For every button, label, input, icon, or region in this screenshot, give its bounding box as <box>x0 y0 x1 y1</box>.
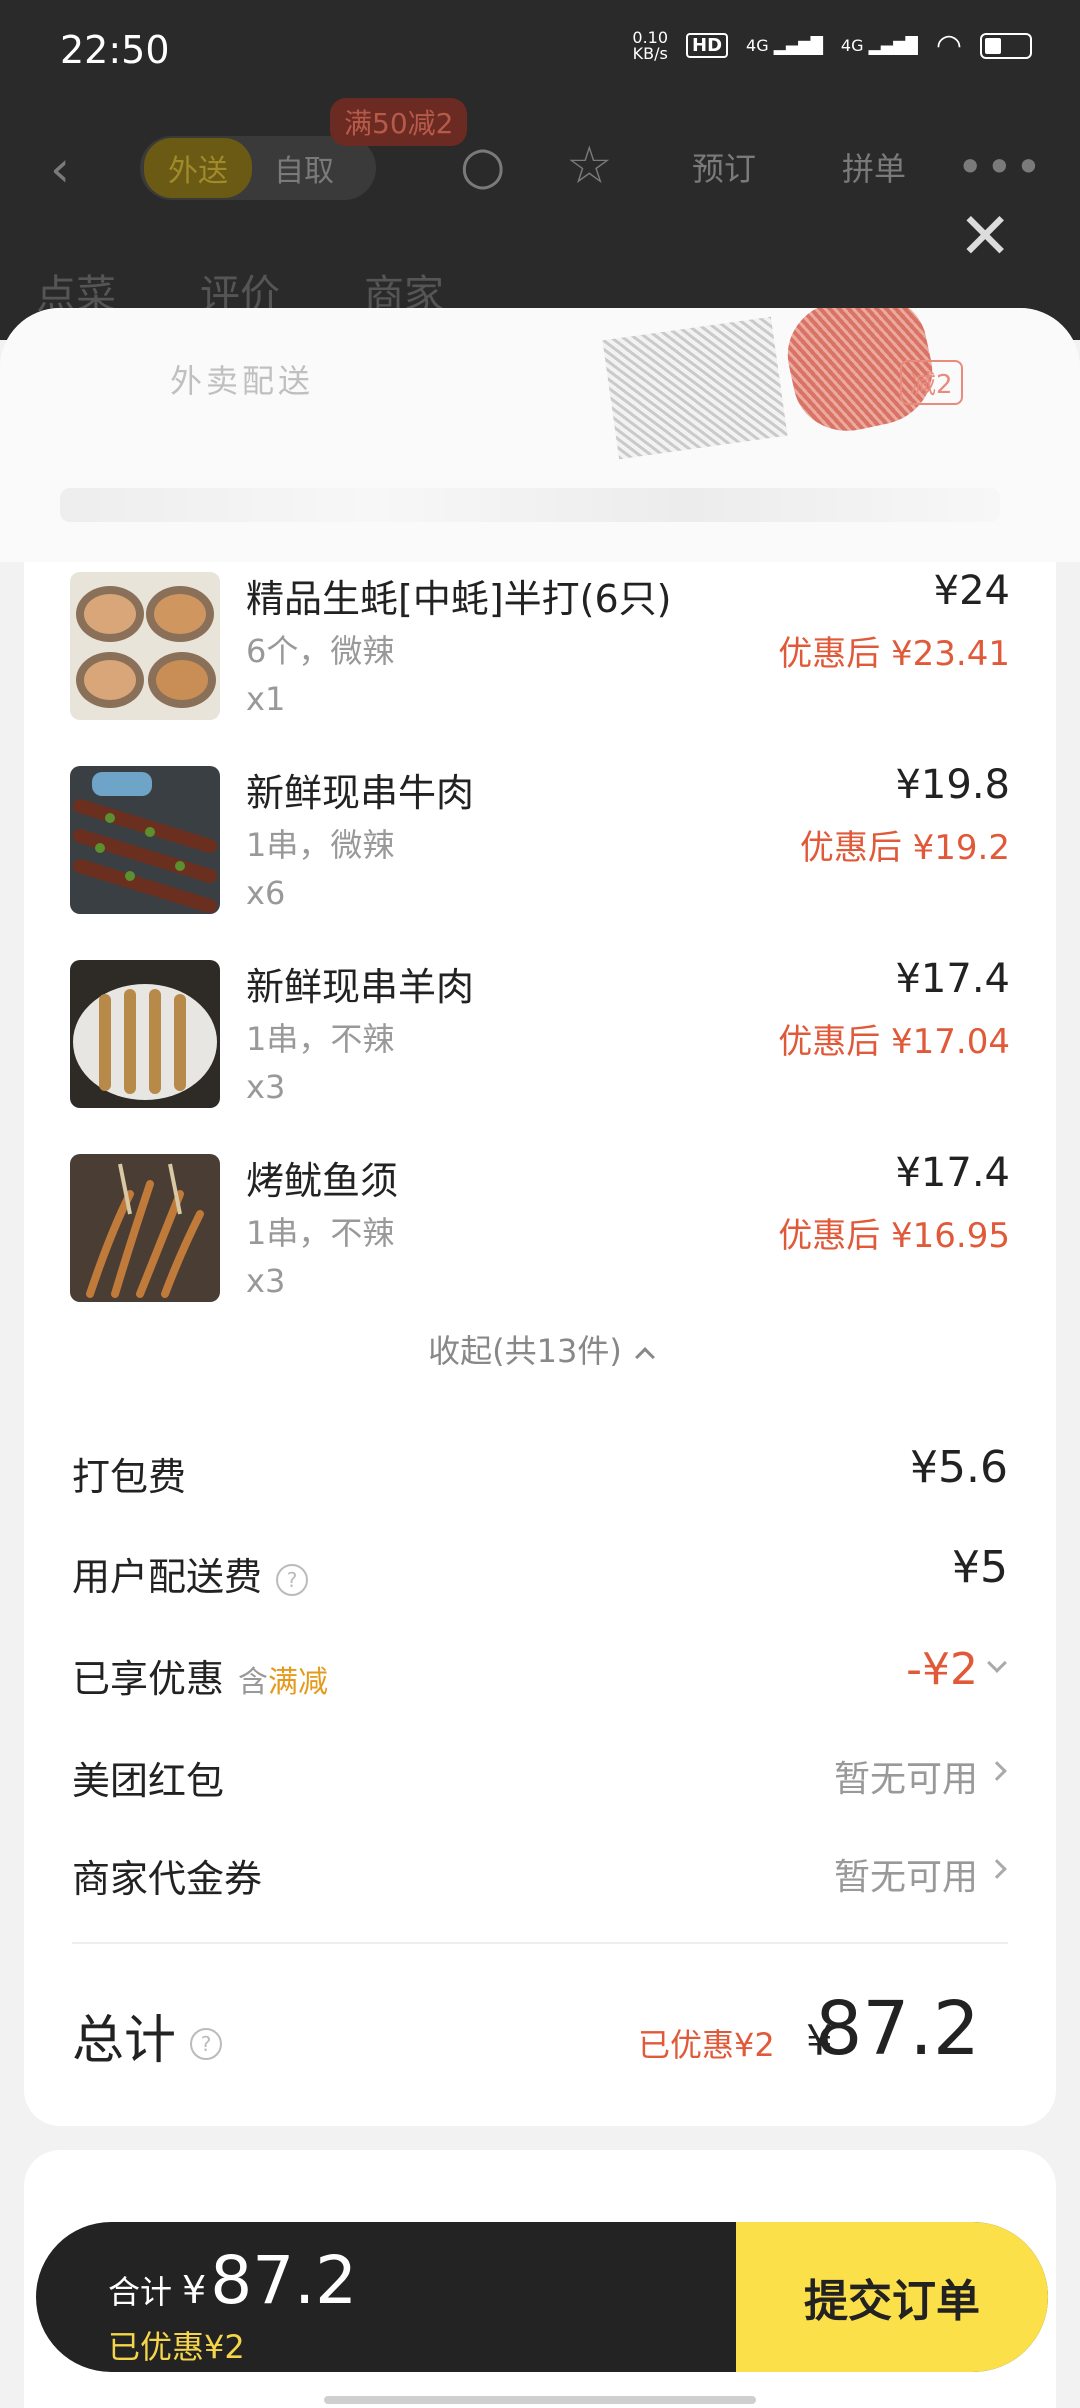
status-bar: 22:50 0.10 KB/s HD 4G ▂▄▆█ 4G ▂▄▆█ ◠ <box>0 0 1080 100</box>
more-icon[interactable]: ••• <box>957 140 1044 194</box>
item-name: 新鲜现串羊肉 <box>246 965 475 1009</box>
redacted-address <box>60 488 1000 522</box>
packing-fee-row: 打包费 ¥5.6 <box>72 1440 1008 1500</box>
item-price: ¥19.8 <box>895 762 1010 808</box>
chevron-up-icon <box>634 1347 655 1367</box>
delivery-fee-row: 用户配送费? ¥5 <box>72 1540 1008 1600</box>
item-spec: 1串，微辣 <box>246 826 395 864</box>
list-item[interactable]: 新鲜现串牛肉 1串，微辣 x6 ¥19.8 优惠后 ¥19.2 <box>70 756 1010 936</box>
list-item[interactable]: 精品生蚝[中蚝]半打(6只) 6个，微辣 x1 ¥24 优惠后 ¥23.41 <box>70 562 1010 742</box>
discount-tag: 减2 <box>900 360 963 405</box>
delivery-mode-toggle[interactable]: 外送 自取 <box>140 136 376 200</box>
group-order-link[interactable]: 拼单 <box>842 144 906 190</box>
chevron-right-icon <box>987 1761 1007 1781</box>
delivery-header: 外卖配送 减2 <box>0 308 1080 562</box>
food-image <box>70 1154 220 1302</box>
list-item[interactable]: 烤鱿鱼须 1串，不辣 x3 ¥17.4 优惠后 ¥16.95 <box>70 1144 1010 1324</box>
packing-fee-label: 打包费 <box>72 1455 187 1499</box>
redaction-scribble <box>602 316 788 460</box>
subtotal-label: 合计 <box>108 2273 173 2311</box>
food-image <box>70 766 220 914</box>
help-icon[interactable]: ? <box>276 1563 309 1596</box>
item-spec: 1串，不辣 <box>246 1214 395 1252</box>
item-discounted-price: 优惠后 ¥17.04 <box>778 1022 1010 1062</box>
help-icon[interactable]: ? <box>190 2028 223 2060</box>
delivery-fee-value: ¥5 <box>952 1542 1008 1593</box>
item-price: ¥24 <box>933 568 1010 614</box>
currency-symbol: ¥ <box>182 2268 207 2312</box>
signal-icon-2: 4G ▂▄▆█ <box>840 36 918 55</box>
collapse-label: 收起(共13件) <box>428 1332 622 1370</box>
item-discounted-price: 优惠后 ¥19.2 <box>799 828 1010 868</box>
collapse-toggle[interactable]: 收起(共13件) <box>24 1326 1056 1372</box>
item-name: 新鲜现串牛肉 <box>246 771 475 815</box>
item-qty: x6 <box>246 874 286 912</box>
star-icon[interactable]: ☆ <box>566 136 613 196</box>
voucher-label: 商家代金券 <box>72 1857 263 1901</box>
list-item[interactable]: 新鲜现串羊肉 1串，不辣 x3 ¥17.4 优惠后 ¥17.04 <box>70 950 1010 1130</box>
item-name: 烤鱿鱼须 <box>246 1159 399 1203</box>
total-saved: 已优惠¥2 <box>638 2026 775 2064</box>
close-icon[interactable]: ✕ <box>958 200 1012 274</box>
battery-icon <box>980 32 1032 59</box>
voucher-row[interactable]: 商家代金券 暂无可用 <box>72 1842 1008 1902</box>
delivery-title: 外卖配送 <box>170 362 315 400</box>
checkout-bar: 合计 ¥87.2 已优惠¥2 提交订单 <box>36 2222 1048 2372</box>
chevron-down-icon <box>987 1653 1007 1673</box>
promo-badge: 满50减2 <box>330 98 468 146</box>
item-qty: x1 <box>246 680 286 718</box>
red-packet-value: 暂无可用 <box>833 1759 978 1800</box>
checkout-summary: 合计 ¥87.2 <box>108 2242 357 2319</box>
discount-label: 已享优惠 含满减 <box>72 1657 329 1701</box>
divider <box>72 1942 1008 1944</box>
item-discounted-price: 优惠后 ¥16.95 <box>778 1216 1010 1256</box>
mode-pickup[interactable]: 自取 <box>252 138 356 198</box>
total-label: 总计? <box>72 1998 223 2073</box>
netspeed-indicator: 0.10 KB/s <box>632 27 669 63</box>
packing-fee-value: ¥5.6 <box>910 1442 1008 1493</box>
item-name: 精品生蚝[中蚝]半打(6只) <box>246 577 672 621</box>
status-icons: 0.10 KB/s HD 4G ▂▄▆█ 4G ▂▄▆█ ◠ <box>632 28 1032 63</box>
hd-icon: HD <box>686 33 729 58</box>
red-packet-row[interactable]: 美团红包 暂无可用 <box>72 1744 1008 1804</box>
discount-row[interactable]: 已享优惠 含满减 -¥2 <box>72 1642 1008 1702</box>
mode-delivery[interactable]: 外送 <box>144 138 252 198</box>
item-discounted-price: 优惠后 ¥23.41 <box>778 634 1010 674</box>
red-packet-label: 美团红包 <box>72 1759 225 1803</box>
food-image <box>70 572 220 720</box>
delivery-fee-label: 用户配送费? <box>72 1546 309 1601</box>
item-price: ¥17.4 <box>895 1150 1010 1196</box>
discount-value: -¥2 <box>906 1644 978 1695</box>
chevron-right-icon <box>987 1859 1007 1879</box>
item-spec: 1串，不辣 <box>246 1020 395 1058</box>
food-image <box>70 960 220 1108</box>
search-icon[interactable]: ○ <box>460 136 505 196</box>
reserve-link[interactable]: 预订 <box>692 144 756 190</box>
item-price: ¥17.4 <box>895 956 1010 1002</box>
status-time: 22:50 <box>60 28 170 72</box>
item-spec: 6个，微辣 <box>246 632 395 670</box>
wifi-icon: ◠ <box>935 28 962 63</box>
total-amount: 87.2 <box>815 1986 980 2072</box>
home-indicator[interactable] <box>324 2396 756 2404</box>
store-nav-bar: ‹ 外送 自取 满50减2 ○ ☆ 预订 拼单 ••• <box>0 98 1080 220</box>
signal-icon: 4G ▂▄▆█ <box>746 36 823 55</box>
submit-order-button[interactable]: 提交订单 <box>736 2222 1048 2372</box>
checkout-amount: 87.2 <box>210 2242 358 2319</box>
voucher-value: 暂无可用 <box>833 1857 978 1898</box>
back-icon[interactable]: ‹ <box>50 140 70 198</box>
checkout-saved: 已优惠¥2 <box>108 2328 245 2366</box>
item-qty: x3 <box>246 1068 286 1106</box>
item-qty: x3 <box>246 1262 286 1300</box>
